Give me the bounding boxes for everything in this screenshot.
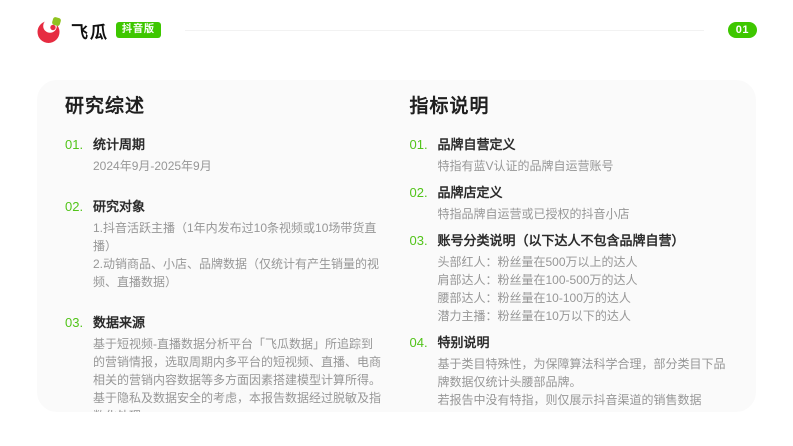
- item-label: 账号分类说明（以下达人不包含品牌自营）: [438, 232, 685, 250]
- item-number: 02.: [410, 184, 438, 202]
- item-body: 特指有蓝V认证的品牌自运营账号: [438, 157, 614, 175]
- list-item: 02. 研究对象 1.抖音活跃主播（1年内发布过10条视频或10场带货直播） 2…: [65, 198, 384, 291]
- item-body: 基于短视频-直播数据分析平台「飞瓜数据」所追踪到的营销情报，选取周期内多平台的短…: [93, 335, 384, 412]
- item-number: 03.: [65, 314, 93, 332]
- list-item: 01. 统计周期 2024年9月-2025年9月: [65, 136, 384, 175]
- list-item: 01. 品牌自营定义 特指有蓝V认证的品牌自运营账号: [410, 136, 729, 175]
- content-card: 研究综述 01. 统计周期 2024年9月-2025年9月 02. 研究对象 1…: [37, 80, 756, 412]
- item-body: 基于类目特殊性，为保障算法科学合理，部分类目下品牌数据仅统计头腰部品牌。 若报告…: [438, 355, 729, 409]
- section-title: 研究综述: [65, 94, 384, 120]
- section-title: 指标说明: [410, 94, 729, 120]
- item-body: 特指品牌自运营或已授权的抖音小店: [438, 205, 630, 223]
- edition-badge: 抖音版: [116, 22, 161, 38]
- melon-swirl-icon: [36, 16, 63, 45]
- item-label: 品牌自营定义: [438, 136, 614, 154]
- item-number: 02.: [65, 198, 93, 216]
- list-item: 03. 账号分类说明（以下达人不包含品牌自营） 头部红人：粉丝量在500万以上的…: [410, 232, 729, 325]
- item-label: 品牌店定义: [438, 184, 630, 202]
- research-overview-section: 研究综述 01. 统计周期 2024年9月-2025年9月 02. 研究对象 1…: [65, 94, 384, 402]
- item-number: 04.: [410, 334, 438, 352]
- item-label: 统计周期: [93, 136, 212, 154]
- metrics-description-section: 指标说明 01. 品牌自营定义 特指有蓝V认证的品牌自运营账号 02. 品牌店定…: [410, 94, 729, 402]
- brand-name: 飞瓜: [71, 18, 109, 43]
- list-item: 02. 品牌店定义 特指品牌自运营或已授权的抖音小店: [410, 184, 729, 223]
- list-item: 03. 数据来源 基于短视频-直播数据分析平台「飞瓜数据」所追踪到的营销情报，选…: [65, 314, 384, 412]
- item-number: 03.: [410, 232, 438, 250]
- page-number-badge: 01: [728, 22, 757, 38]
- item-number: 01.: [410, 136, 438, 154]
- item-number: 01.: [65, 136, 93, 154]
- brand-logo: 飞瓜 抖音版: [36, 16, 161, 45]
- header-divider: [185, 30, 704, 31]
- item-label: 数据来源: [93, 314, 384, 332]
- top-bar: 飞瓜 抖音版 01: [0, 0, 793, 60]
- item-label: 研究对象: [93, 198, 384, 216]
- item-label: 特别说明: [438, 334, 729, 352]
- list-item: 04. 特别说明 基于类目特殊性，为保障算法科学合理，部分类目下品牌数据仅统计头…: [410, 334, 729, 409]
- item-body: 1.抖音活跃主播（1年内发布过10条视频或10场带货直播） 2.动销商品、小店、…: [93, 219, 384, 291]
- item-body: 2024年9月-2025年9月: [93, 157, 212, 175]
- item-body: 头部红人：粉丝量在500万以上的达人 肩部达人：粉丝量在100-500万的达人 …: [438, 253, 685, 325]
